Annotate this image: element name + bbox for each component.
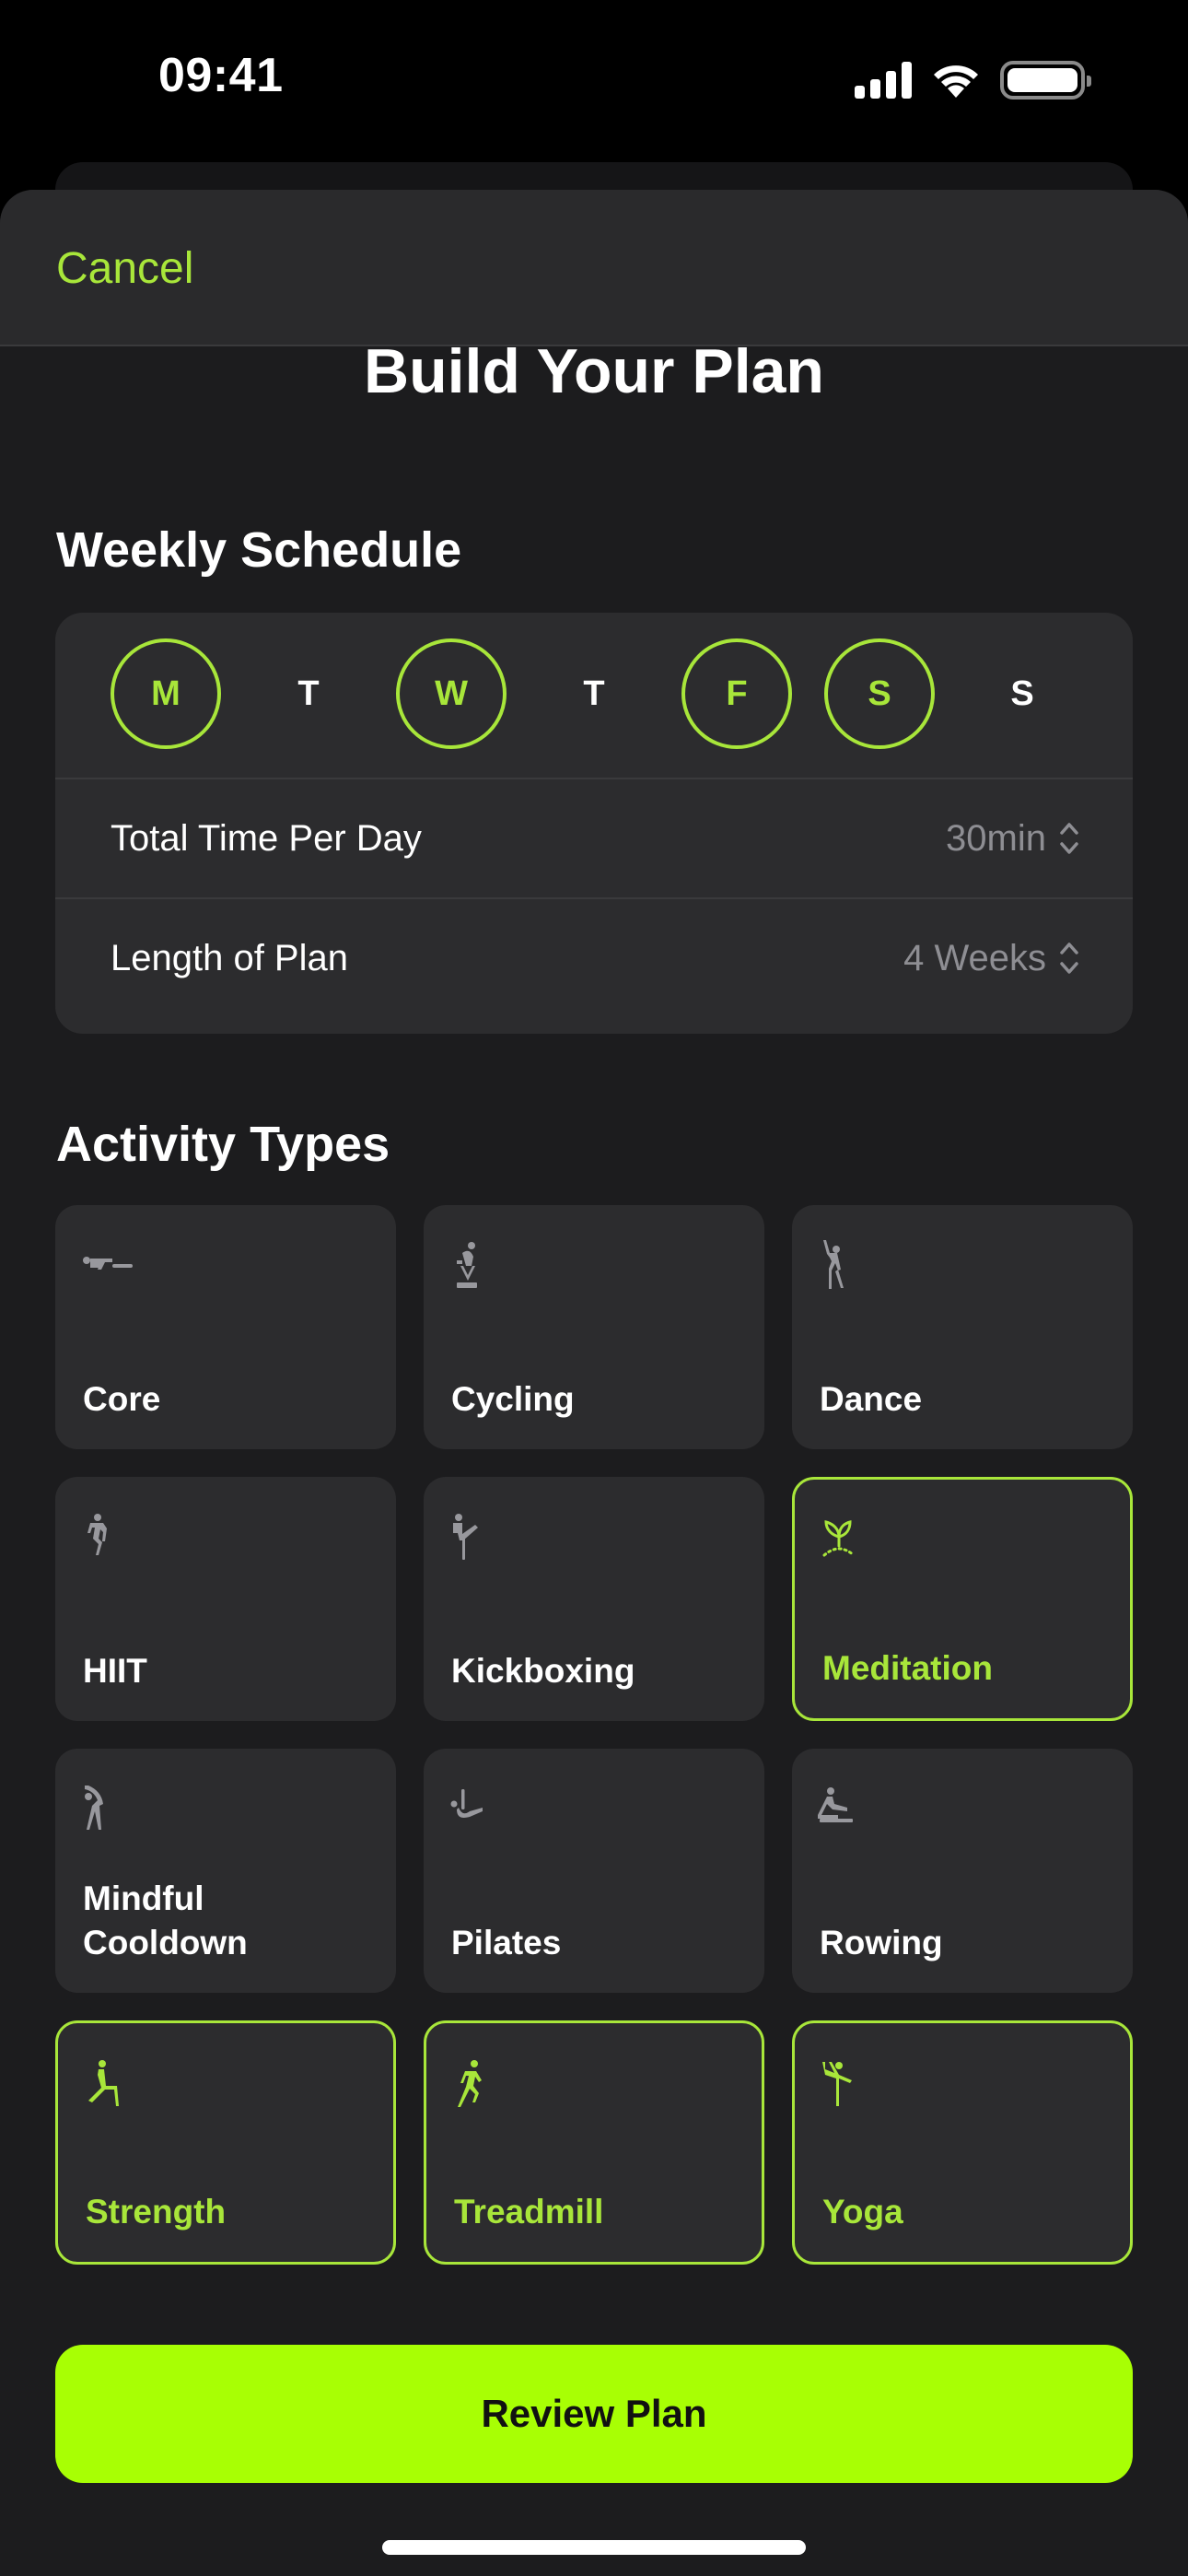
tile-label: Yoga — [822, 2193, 903, 2231]
weekly-schedule-card: M T W T F S S Total Time Per Day 30min L… — [55, 613, 1133, 1034]
tile-label: Kickboxing — [451, 1652, 635, 1690]
tile-label: HIIT — [83, 1652, 147, 1690]
day-toggle-monday[interactable]: M — [111, 638, 221, 749]
tile-label: Treadmill — [454, 2193, 604, 2231]
day-toggle-sunday[interactable]: S — [967, 638, 1077, 749]
activity-tile-hiit[interactable]: HIIT — [55, 1477, 396, 1721]
tile-label: Dance — [820, 1380, 923, 1418]
rowing-icon — [818, 1787, 853, 1822]
activity-tile-treadmill[interactable]: Treadmill — [424, 2020, 764, 2265]
length-of-plan-picker[interactable]: Length of Plan 4 Weeks — [55, 899, 1133, 1017]
core-training-icon — [83, 1257, 133, 1270]
chevron-up-down-icon — [1060, 823, 1078, 854]
setting-label: Total Time Per Day — [111, 817, 422, 859]
tile-label: Strength — [86, 2193, 227, 2231]
day-selector: M T W T F S S — [55, 613, 1133, 779]
status-icons — [855, 61, 1091, 100]
activity-tile-mindful-cooldown[interactable]: Mindful Cooldown — [55, 1749, 396, 1993]
tile-label: Core — [83, 1380, 161, 1418]
day-toggle-thursday[interactable]: T — [539, 638, 649, 749]
review-plan-button[interactable]: Review Plan — [55, 2345, 1133, 2483]
activity-tile-pilates[interactable]: Pilates — [424, 1749, 764, 1993]
tile-label: Mindful Cooldown — [83, 1877, 248, 1965]
setting-label: Length of Plan — [111, 937, 348, 978]
activity-tile-strength[interactable]: Strength — [55, 2020, 396, 2265]
activity-tile-core[interactable]: Core — [55, 1205, 396, 1449]
hiit-icon — [87, 1514, 107, 1555]
yoga-icon — [822, 2062, 852, 2106]
activity-tile-dance[interactable]: Dance — [792, 1205, 1133, 1449]
activity-tile-meditation[interactable]: Meditation — [792, 1477, 1133, 1721]
label-line-1: Mindful — [83, 1879, 204, 1917]
nav-bar: Cancel — [0, 190, 1188, 346]
tile-label: Rowing — [820, 1924, 943, 1961]
tile-label: Cycling — [451, 1380, 575, 1418]
wifi-icon — [934, 65, 978, 98]
kickboxing-icon — [453, 1514, 478, 1560]
dance-icon — [823, 1240, 844, 1289]
plan-length-value: 4 Weeks — [903, 937, 1046, 978]
cooldown-stretch-icon — [85, 1786, 103, 1830]
day-toggle-tuesday[interactable]: T — [253, 638, 364, 749]
activity-types-heading: Activity Types — [56, 1117, 390, 1172]
pilates-icon — [450, 1789, 483, 1818]
setting-value: 30min — [946, 818, 1079, 860]
tile-label: Meditation — [822, 1649, 993, 1687]
total-time-value: 30min — [946, 817, 1046, 859]
weekly-schedule-heading: Weekly Schedule — [56, 522, 462, 578]
status-time: 09:41 — [158, 49, 284, 102]
activity-tile-kickboxing[interactable]: Kickboxing — [424, 1477, 764, 1721]
setting-value: 4 Weeks — [903, 938, 1079, 979]
running-icon — [458, 2060, 482, 2107]
activity-tile-yoga[interactable]: Yoga — [792, 2020, 1133, 2265]
build-plan-sheet: Cancel Build Your Plan Weekly Schedule M… — [0, 190, 1188, 2576]
battery-icon — [1000, 61, 1091, 100]
home-indicator[interactable] — [382, 2540, 806, 2555]
day-toggle-friday[interactable]: F — [681, 638, 792, 749]
day-toggle-wednesday[interactable]: W — [396, 638, 507, 749]
status-bar: 09:41 — [0, 0, 1188, 157]
chevron-up-down-icon — [1060, 943, 1078, 974]
day-toggle-saturday[interactable]: S — [824, 638, 935, 749]
activity-tile-cycling[interactable]: Cycling — [424, 1205, 764, 1449]
indoor-cycle-icon — [457, 1242, 477, 1288]
label-line-2: Cooldown — [83, 1924, 248, 1961]
activity-tile-rowing[interactable]: Rowing — [792, 1749, 1133, 1993]
total-time-per-day-picker[interactable]: Total Time Per Day 30min — [55, 779, 1133, 897]
tile-label: Pilates — [451, 1924, 562, 1961]
strength-icon — [88, 2060, 119, 2106]
sprout-icon — [822, 1520, 856, 1557]
cellular-signal-icon — [855, 62, 912, 99]
cancel-button[interactable]: Cancel — [56, 243, 193, 294]
